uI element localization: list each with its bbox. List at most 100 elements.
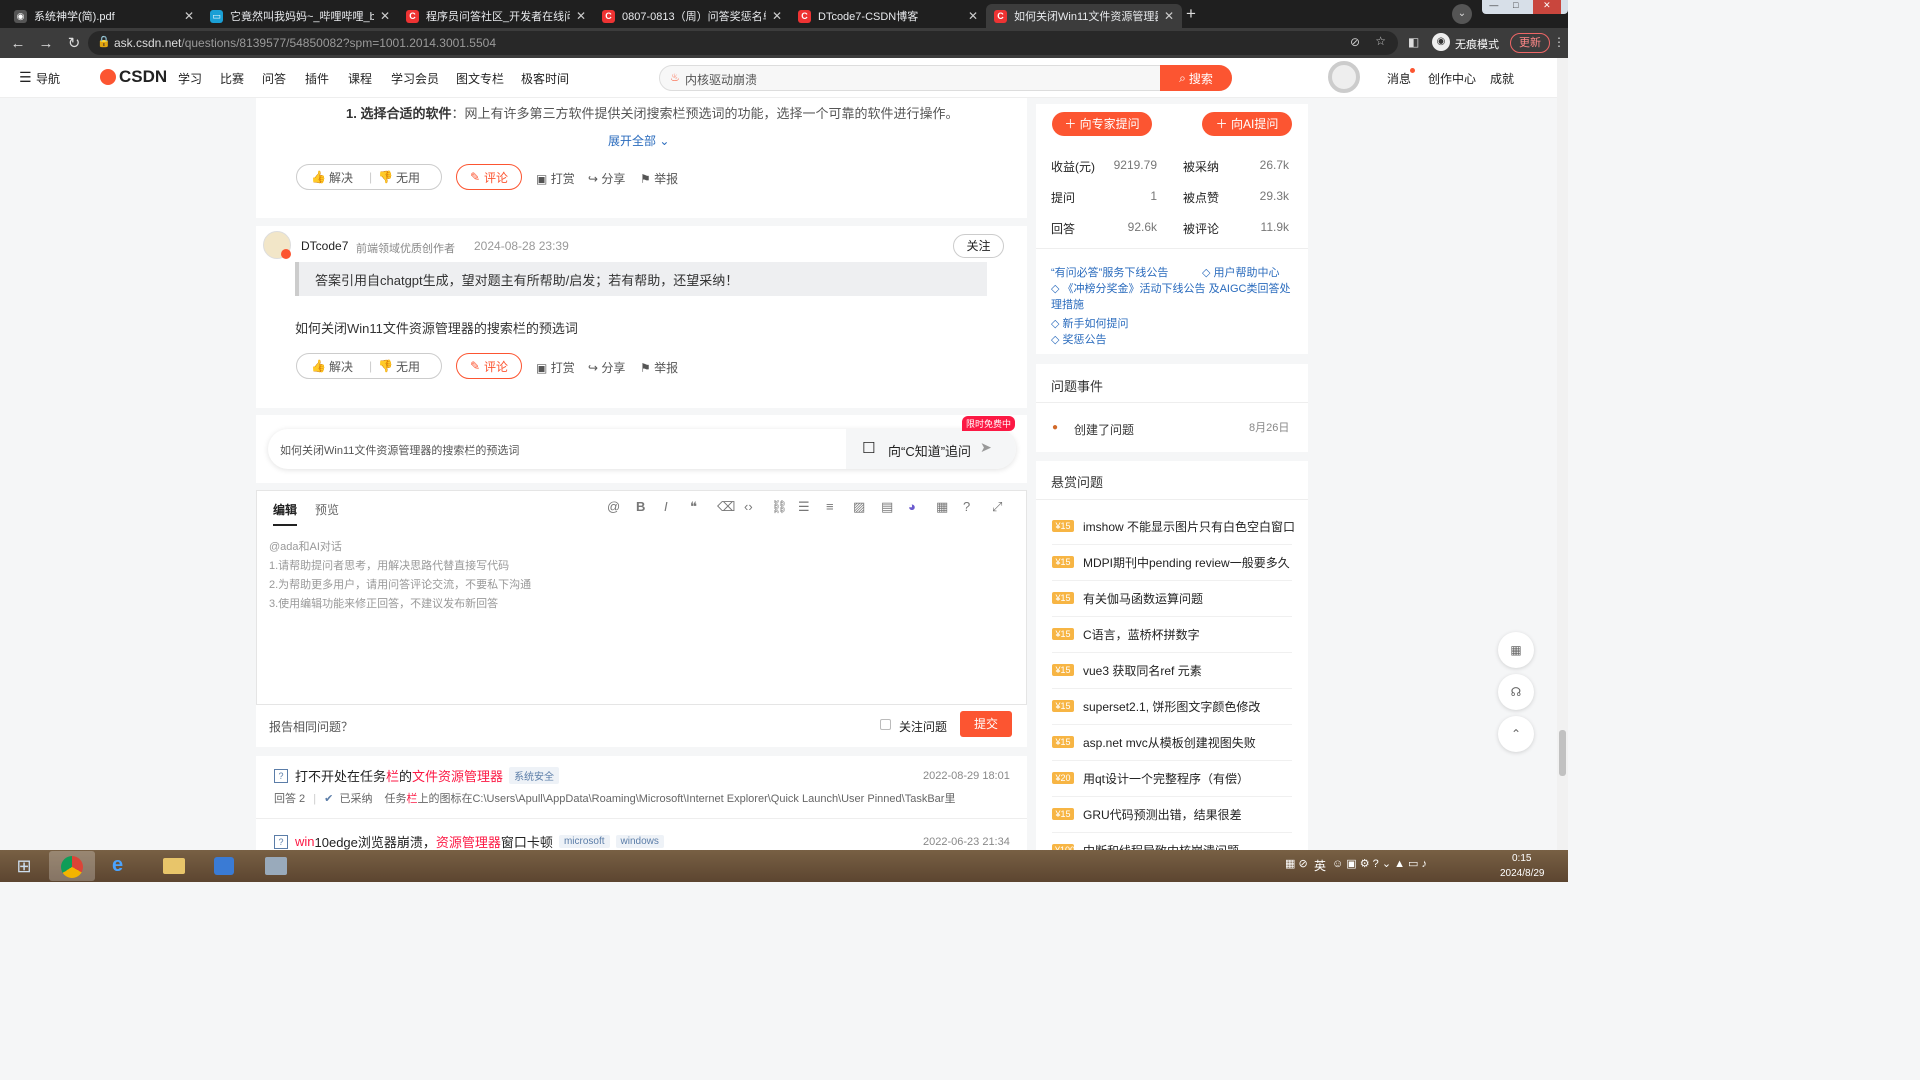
question-tag[interactable]: 系统安全 (509, 767, 560, 784)
notice-link[interactable]: ◇ 用户帮助中心 (1202, 264, 1280, 280)
tab-edit[interactable]: 编辑 (273, 501, 298, 526)
browser-tab-active[interactable]: C 如何关闭Win11文件资源管理器 ✕ (986, 4, 1182, 28)
tray-icons[interactable]: ▦ ⊘ (1285, 857, 1308, 870)
notice-link[interactable]: “有问必答”服务下线公告 (1051, 264, 1168, 280)
bullet-list-icon[interactable]: ☰ (798, 499, 810, 515)
share-button[interactable]: ↪ 分享 (588, 359, 625, 376)
nav-item-qa[interactable]: 问答 (262, 70, 286, 87)
browser-tab[interactable]: ▭ 它竟然叫我妈妈~_哔哩哔哩_bilib ✕ (202, 4, 398, 28)
back-to-top-icon[interactable]: ⌃ (1498, 716, 1534, 752)
question-tag[interactable]: windows (615, 835, 664, 848)
nav-menu-label[interactable]: 导航 (36, 70, 60, 87)
italic-icon[interactable]: I (664, 499, 668, 514)
report-button[interactable]: ⚑ 举报 (640, 170, 678, 187)
browser-tab[interactable]: C 0807-0813（周）问答奖惩名单 ✕ (594, 4, 790, 28)
code-block-icon[interactable]: ▤ (881, 499, 893, 515)
avatar[interactable] (1328, 61, 1360, 93)
close-icon[interactable]: ✕ (184, 9, 194, 23)
minimize-button[interactable]: — (1489, 0, 1498, 14)
ask-ai-sidebar-button[interactable]: ＋ 向AI提问 (1202, 112, 1292, 136)
bounty-item[interactable]: ¥15 GRU代码预测出错，结果很差 (1052, 807, 1242, 822)
tab-preview[interactable]: 预览 (315, 501, 339, 518)
close-icon[interactable]: ✕ (380, 9, 390, 23)
ai-robot-icon[interactable]: ◕ (908, 499, 916, 514)
search-button[interactable]: ⌕ 搜索 (1160, 65, 1232, 91)
messages-link[interactable]: 消息 (1387, 70, 1411, 87)
notice-link[interactable]: ◇ 新手如何提问 (1051, 315, 1129, 331)
mention-icon[interactable]: @ (607, 499, 620, 514)
bounty-item[interactable]: ¥15 imshow 不能显示图片只有白色空白窗口 (1052, 519, 1295, 534)
notice-link[interactable]: ◇ 奖惩公告 (1051, 331, 1107, 347)
follow-button[interactable]: 关注 (953, 234, 1004, 258)
nav-item-geektime[interactable]: 极客时间 (521, 70, 569, 87)
ask-ai-input[interactable]: 如何关闭Win11文件资源管理器的搜索栏的预选词 ☐ 向“C知道”追问 ➤ (268, 429, 1016, 469)
ie-taskbar-icon[interactable]: e (100, 851, 146, 881)
explorer-taskbar-icon[interactable] (151, 851, 197, 881)
bounty-item[interactable]: ¥15 superset2.1, 饼形图文字颜色修改 (1052, 699, 1260, 714)
nav-item-column[interactable]: 图文专栏 (456, 70, 504, 87)
bounty-item[interactable]: ¥15 有关伽马函数运算问题 (1052, 591, 1203, 606)
comment-button[interactable]: ✎ 评论 (456, 353, 522, 379)
scrollbar-thumb[interactable] (1559, 730, 1566, 776)
notice-link[interactable]: ◇ 《冲榜分奖金》活动下线公告 及AIGC类回答处理措施 (1051, 281, 1291, 313)
reload-icon[interactable]: ↻ (62, 34, 86, 52)
scrollbar-track[interactable] (1557, 58, 1568, 850)
bookmark-star-icon[interactable]: ☆ (1375, 34, 1386, 48)
ask-expert-button[interactable]: ＋ 向专家提问 (1052, 112, 1152, 136)
report-button[interactable]: ⚑ 举报 (640, 359, 678, 376)
useless-button[interactable]: 无用 (396, 358, 420, 375)
nav-item-member[interactable]: 学习会员 (391, 70, 439, 87)
close-icon[interactable]: ✕ (576, 9, 586, 23)
eye-off-icon[interactable]: ⊘ (1350, 35, 1360, 49)
close-icon[interactable]: ✕ (968, 9, 978, 23)
editor-textarea[interactable]: @ada和AI对话 1.请帮助提问者思考，用解决思路代替直接写代码 2.为帮助更… (269, 538, 531, 614)
nav-item-contest[interactable]: 比赛 (220, 70, 244, 87)
help-icon[interactable]: ? (963, 499, 970, 514)
media-player-taskbar-icon[interactable] (202, 851, 248, 881)
url-input[interactable]: 🔒 ask.csdn.net/questions/8139577/5485008… (88, 31, 1398, 55)
browser-tab[interactable]: C 程序员问答社区_开发者在线问题 ✕ (398, 4, 594, 28)
site-logo[interactable]: CSDN (119, 67, 167, 87)
thumb-down-icon[interactable]: 👎 (378, 170, 393, 184)
creator-center-link[interactable]: 创作中心 (1428, 70, 1476, 87)
close-icon[interactable]: ✕ (1164, 9, 1174, 23)
computer-taskbar-icon[interactable] (253, 851, 299, 881)
follow-checkbox[interactable] (880, 719, 891, 730)
ask-ai-button[interactable]: ☐ 向“C知道”追问 ➤ (846, 429, 1016, 469)
comment-button[interactable]: ✎ 评论 (456, 164, 522, 190)
thumb-up-icon[interactable]: 👍 (311, 359, 326, 373)
question-tag[interactable]: microsoft (558, 835, 610, 848)
bounty-item[interactable]: ¥20 用qt设计一个完整程序（有偿） (1052, 771, 1249, 786)
tab-search-button[interactable]: ⌄ (1452, 4, 1472, 24)
solve-button[interactable]: 解决 (329, 169, 353, 186)
report-same-link[interactable]: 报告相同问题？ (269, 718, 353, 735)
browser-tab[interactable]: C DTcode7-CSDN博客 ✕ (790, 4, 986, 28)
share-button[interactable]: ↪ 分享 (588, 170, 625, 187)
side-panel-icon[interactable]: ◧ (1408, 35, 1419, 49)
thumb-up-icon[interactable]: 👍 (311, 170, 326, 184)
ime-indicator[interactable]: 英 (1314, 857, 1326, 874)
menu-icon[interactable]: ☰ (19, 69, 32, 86)
nav-item-study[interactable]: 学习 (178, 70, 202, 87)
new-tab-button[interactable]: + (1186, 4, 1196, 24)
bounty-item[interactable]: ¥15 MDPI期刊中pending review一般要多久 (1052, 555, 1290, 570)
more-menu-icon[interactable]: ⋮ (1553, 35, 1565, 49)
related-title[interactable]: ? 打不开处在任务栏的文件资源管理器 系统安全 (274, 766, 560, 785)
code-icon[interactable]: ‹› (744, 499, 753, 514)
image-icon[interactable]: ▨ (853, 499, 865, 515)
back-arrow-icon[interactable]: ← (6, 35, 30, 52)
forward-arrow-icon[interactable]: → (34, 35, 58, 52)
reward-button[interactable]: ▣ 打赏 (536, 359, 575, 376)
headset-icon[interactable]: ☊ (1498, 674, 1534, 710)
clear-format-icon[interactable]: ⌫ (717, 499, 735, 515)
nav-item-course[interactable]: 课程 (348, 70, 372, 87)
achievement-link[interactable]: 成就 (1490, 70, 1514, 87)
thumb-down-icon[interactable]: 👎 (378, 359, 393, 373)
author-name[interactable]: DTcode7 (301, 239, 348, 253)
browser-tab[interactable]: ◉ 系统神学(简).pdf ✕ (6, 4, 202, 28)
bold-icon[interactable]: B (636, 499, 645, 514)
solve-button[interactable]: 解决 (329, 358, 353, 375)
close-icon[interactable]: ✕ (772, 9, 782, 23)
bounty-item[interactable]: ¥15 asp.net mvc从模板创建视图失败 (1052, 735, 1256, 750)
useless-button[interactable]: 无用 (396, 169, 420, 186)
